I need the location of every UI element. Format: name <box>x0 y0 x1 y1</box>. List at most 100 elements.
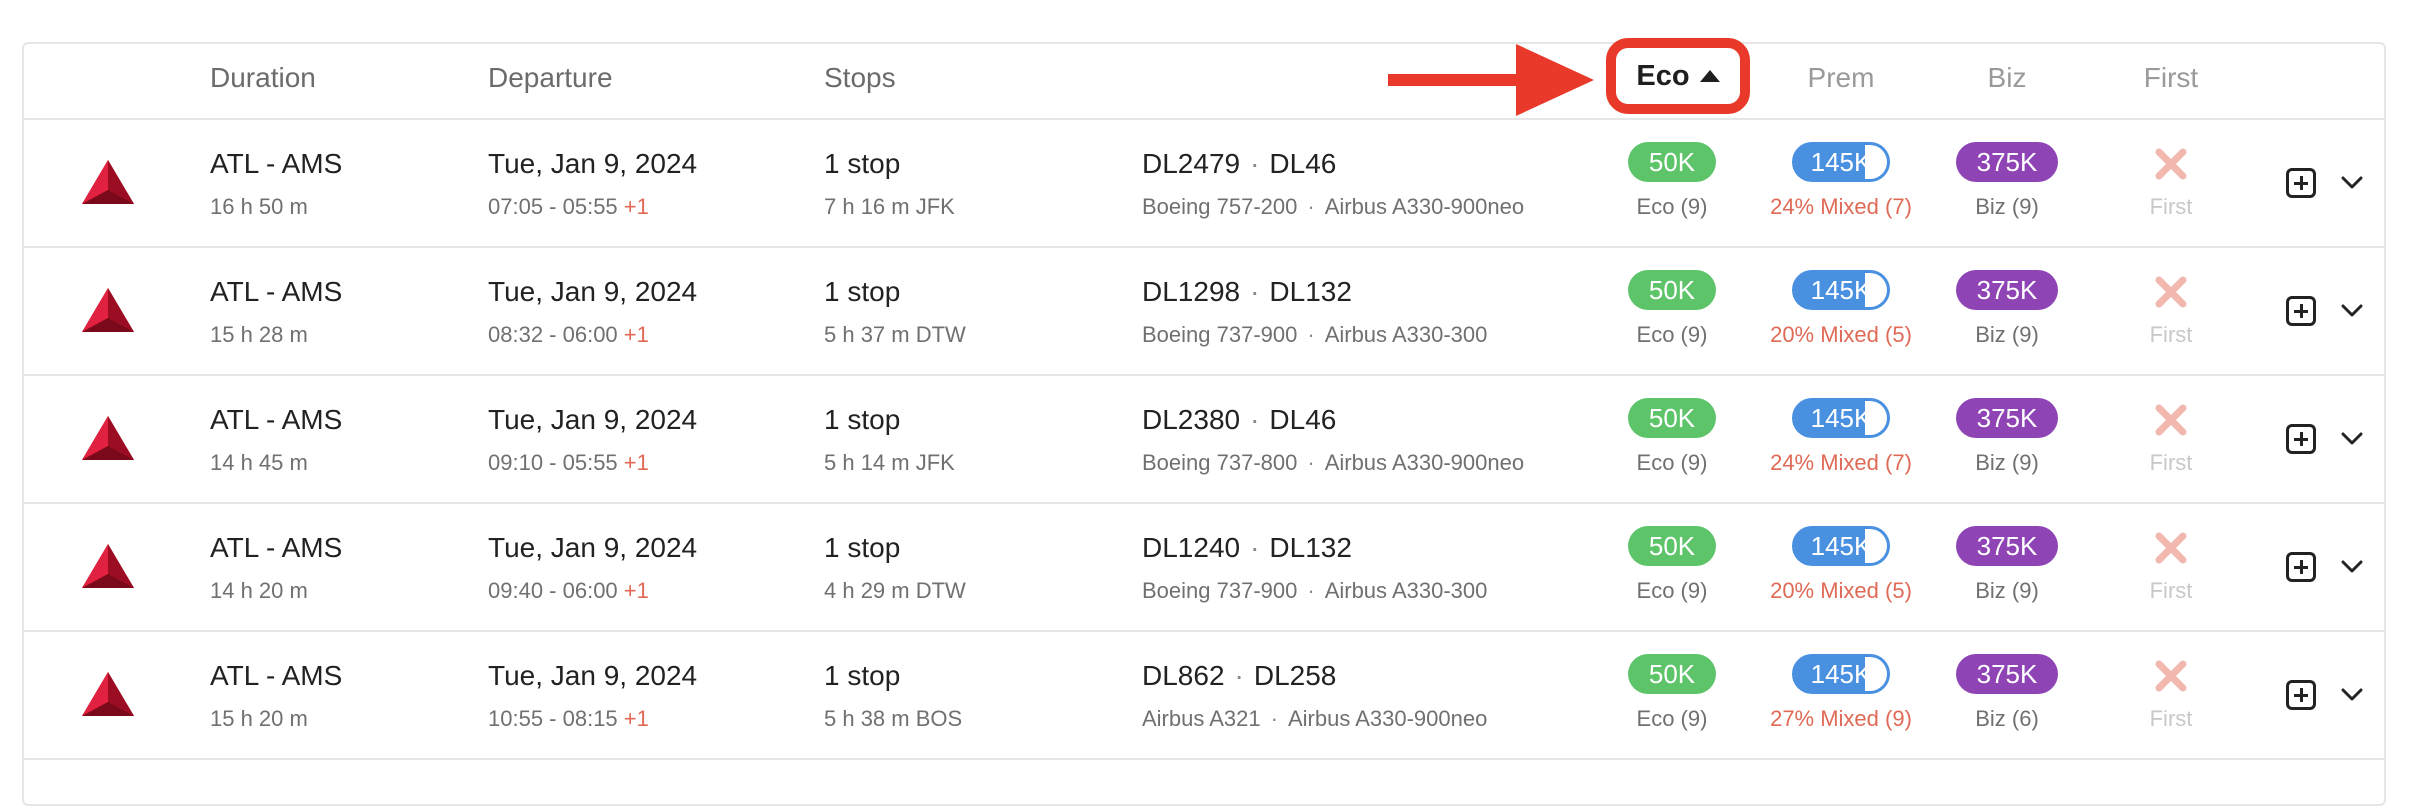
flight-number-2: DL132 <box>1269 532 1352 563</box>
flight-numbers: DL2479 · DL46 <box>1142 148 1337 179</box>
header-first[interactable]: First <box>2144 62 2198 94</box>
eco-availability: Eco (9) <box>1636 706 1708 731</box>
header-prem[interactable]: Prem <box>1808 62 1875 94</box>
prem-price: 145K <box>1810 658 1872 689</box>
day-offset: +1 <box>623 706 649 731</box>
eco-price-pill[interactable]: 50K <box>1628 654 1716 694</box>
x-icon <box>2155 404 2187 436</box>
x-icon <box>2155 532 2187 564</box>
route: ATL - AMS <box>210 404 343 435</box>
flight-number-2: DL46 <box>1269 148 1337 179</box>
eco-price-pill[interactable]: 50K <box>1628 398 1716 438</box>
route: ATL - AMS <box>210 276 343 307</box>
header-biz[interactable]: Biz <box>1988 62 2027 94</box>
aircraft-2: Airbus A330-900neo <box>1324 450 1525 475</box>
plus-square-icon[interactable] <box>2286 424 2316 454</box>
eco-price-pill[interactable]: 50K <box>1628 270 1716 310</box>
duration: 14 h 45 m <box>210 450 308 475</box>
flight-row[interactable]: ATL - AMS 14 h 20 m Tue, Jan 9, 2024 09:… <box>24 504 2384 632</box>
layover: 5 h 37 m DTW <box>824 322 966 347</box>
plus-square-icon[interactable] <box>2286 680 2316 710</box>
eco-price-pill[interactable]: 50K <box>1628 526 1716 566</box>
plus-square-icon[interactable] <box>2286 296 2316 326</box>
departure-date: Tue, Jan 9, 2024 <box>488 532 698 563</box>
delta-logo-icon <box>82 672 134 716</box>
stops: 1 stop <box>824 276 901 307</box>
times-text: 10:55 - 08:15 <box>488 706 618 731</box>
flight-row[interactable]: ATL - AMS 15 h 20 m Tue, Jan 9, 2024 10:… <box>24 632 2384 760</box>
biz-price-pill[interactable]: 375K <box>1956 398 2058 438</box>
aircraft-1: Boeing 737-800 <box>1142 450 1298 475</box>
first-availability: First <box>2149 194 2193 219</box>
aircraft-2: Airbus A330-900neo <box>1324 194 1525 219</box>
prem-price: 145K <box>1810 146 1872 177</box>
layover: 4 h 29 m DTW <box>824 578 966 603</box>
plus-square-icon[interactable] <box>2286 552 2316 582</box>
header-stops[interactable]: Stops <box>824 62 896 94</box>
prem-price-pill[interactable]: 145K <box>1792 398 1890 438</box>
flight-numbers: DL2380 · DL46 <box>1142 404 1337 435</box>
chevron-down-icon[interactable] <box>2340 430 2364 448</box>
flight-number-2: DL258 <box>1253 660 1337 691</box>
day-offset: +1 <box>623 322 649 347</box>
aircraft-1: Boeing 757-200 <box>1142 194 1298 219</box>
biz-availability: Biz (9) <box>1975 322 2039 347</box>
header-duration[interactable]: Duration <box>210 62 316 94</box>
header-eco-sort[interactable]: Eco <box>1606 38 1750 114</box>
biz-availability: Biz (9) <box>1975 194 2039 219</box>
duration: 15 h 20 m <box>210 706 308 731</box>
route: ATL - AMS <box>210 660 343 691</box>
plus-square-icon[interactable] <box>2286 168 2316 198</box>
table-header: Duration Departure Stops Eco Prem Biz Fi… <box>24 38 2384 120</box>
departure-times: 09:40 - 06:00 +1 <box>488 578 649 604</box>
biz-price-pill[interactable]: 375K <box>1956 654 2058 694</box>
chevron-down-icon[interactable] <box>2340 174 2364 192</box>
biz-price-pill[interactable]: 375K <box>1956 270 2058 310</box>
chevron-down-icon[interactable] <box>2340 302 2364 320</box>
departure-date: Tue, Jan 9, 2024 <box>488 404 698 435</box>
prem-price-pill[interactable]: 145K <box>1792 526 1890 566</box>
prem-price-pill[interactable]: 145K <box>1792 142 1890 182</box>
prem-price-pill[interactable]: 145K <box>1792 654 1890 694</box>
flight-row[interactable]: ATL - AMS 14 h 45 m Tue, Jan 9, 2024 09:… <box>24 376 2384 504</box>
aircraft-2: Airbus A330-300 <box>1324 322 1488 347</box>
stops: 1 stop <box>824 532 901 563</box>
flight-number-1: DL862 <box>1142 660 1225 691</box>
day-offset: +1 <box>623 578 649 603</box>
eco-price-pill[interactable]: 50K <box>1628 142 1716 182</box>
header-departure[interactable]: Departure <box>488 62 613 94</box>
times-text: 09:40 - 06:00 <box>488 578 618 603</box>
first-availability: First <box>2149 578 2193 603</box>
prem-availability: 20% Mixed (5) <box>1770 322 1912 347</box>
delta-logo-icon <box>82 160 134 204</box>
aircraft: Boeing 737-900 · Airbus A330-300 <box>1142 322 1488 347</box>
prem-price-pill[interactable]: 145K <box>1792 270 1890 310</box>
biz-price-pill[interactable]: 375K <box>1956 526 2058 566</box>
flight-row[interactable]: ATL - AMS 16 h 50 m Tue, Jan 9, 2024 07:… <box>24 120 2384 248</box>
route: ATL - AMS <box>210 148 343 179</box>
chevron-down-icon[interactable] <box>2340 558 2364 576</box>
biz-availability: Biz (6) <box>1975 706 2039 731</box>
biz-availability: Biz (9) <box>1975 450 2039 475</box>
duration: 16 h 50 m <box>210 194 308 219</box>
first-availability: First <box>2149 322 2193 347</box>
aircraft: Boeing 737-900 · Airbus A330-300 <box>1142 578 1488 603</box>
flight-number-1: DL1240 <box>1142 532 1241 563</box>
stops: 1 stop <box>824 660 901 691</box>
delta-logo-icon <box>82 288 134 332</box>
flight-row[interactable]: ATL - AMS 15 h 28 m Tue, Jan 9, 2024 08:… <box>24 248 2384 376</box>
stops: 1 stop <box>824 148 901 179</box>
prem-availability: 24% Mixed (7) <box>1770 194 1912 219</box>
day-offset: +1 <box>623 194 649 219</box>
flight-number-2: DL46 <box>1269 404 1337 435</box>
prem-availability: 24% Mixed (7) <box>1770 450 1912 475</box>
times-text: 09:10 - 05:55 <box>488 450 618 475</box>
departure-date: Tue, Jan 9, 2024 <box>488 660 698 691</box>
chevron-down-icon[interactable] <box>2340 686 2364 704</box>
biz-price-pill[interactable]: 375K <box>1956 142 2058 182</box>
eco-availability: Eco (9) <box>1636 322 1708 347</box>
eco-availability: Eco (9) <box>1636 450 1708 475</box>
flight-number-1: DL2380 <box>1142 404 1241 435</box>
flight-numbers: DL862 · DL258 <box>1142 660 1337 691</box>
flight-numbers: DL1298 · DL132 <box>1142 276 1352 307</box>
